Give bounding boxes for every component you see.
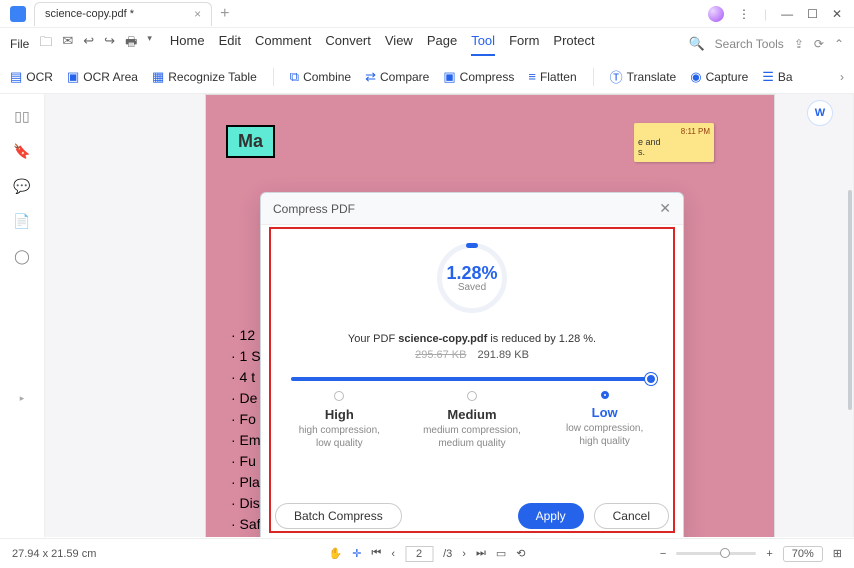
radio-icon [601,391,609,399]
search-icon[interactable]: 🔍 [688,36,704,52]
radio-icon [467,391,477,401]
menu-view[interactable]: View [385,33,413,56]
menu-protect[interactable]: Protect [553,33,594,56]
radio-icon [334,391,344,401]
save-icon[interactable]: 🗀 [39,33,52,55]
slider-knob[interactable] [645,373,657,385]
divider: | [764,7,767,21]
attachment-icon[interactable]: 📄 [13,213,30,230]
sticky-note[interactable]: 8:11 PM e and s. [634,123,714,162]
bookmark-icon[interactable]: 🔖 [13,143,30,160]
tool-ocr-area[interactable]: ▣OCR Area [67,69,138,85]
new-tab-button[interactable]: + [220,5,229,23]
user-avatar-icon[interactable] [708,6,724,22]
batch-compress-button[interactable]: Batch Compress [275,503,402,529]
page-heading: Ma [226,125,275,158]
search-panel-icon[interactable]: ◯ [14,248,30,265]
tool-flatten[interactable]: ≡Flatten [528,69,576,84]
toolbar-more-icon[interactable]: › [840,70,844,84]
menu-comment[interactable]: Comment [255,33,311,56]
word-export-icon[interactable]: W [807,100,833,126]
close-dialog-icon[interactable]: ✕ [659,200,671,217]
progress-ring: 1.28% Saved [437,243,507,313]
zoom-level[interactable]: 70% [783,546,823,562]
close-window-icon[interactable]: ✕ [832,7,842,21]
kebab-icon[interactable]: ⋮ [738,7,750,21]
page-input[interactable]: 2 [405,546,433,562]
tool-compress[interactable]: ▣Compress [443,69,514,85]
tool-recognize-table[interactable]: ▦Recognize Table [152,69,257,85]
fit-page-icon[interactable]: ⊞ [833,547,842,560]
apply-button[interactable]: Apply [518,503,584,529]
app-icon [10,6,26,22]
last-page-icon[interactable]: ⏭ [476,547,486,560]
compress-option-high[interactable]: Highhigh compression,low quality [279,391,399,450]
chevron-down-icon[interactable]: ▾ [147,33,152,55]
cancel-button[interactable]: Cancel [594,503,669,529]
select-tool-icon[interactable]: ✛ [352,547,361,560]
print-icon[interactable]: 🖶 [125,33,137,55]
menu-form[interactable]: Form [509,33,539,56]
comment-icon[interactable]: 💬 [13,178,30,195]
share-icon[interactable]: ⇪ [794,37,804,51]
compress-option-low[interactable]: Lowlow compression,high quality [545,391,665,450]
redo-icon[interactable]: ↪ [104,33,115,55]
menu-page[interactable]: Page [427,33,457,56]
new-size: 291.89 KB [478,349,529,361]
menu-tool[interactable]: Tool [471,33,495,56]
close-tab-icon[interactable]: × [194,7,201,21]
compress-message: Your PDF science-copy.pdf is reduced by … [261,333,683,345]
old-size: 295.67 KB [415,349,466,361]
tool-compare[interactable]: ⇄Compare [365,69,429,85]
search-placeholder[interactable]: Search Tools [715,37,784,51]
prev-page-icon[interactable]: ‹ [391,548,395,560]
compression-slider[interactable] [291,377,653,381]
compress-option-medium[interactable]: Mediummedium compression,medium quality [412,391,532,450]
tool-ocr[interactable]: ▤OCR [10,69,53,85]
hand-tool-icon[interactable]: ✋ [328,547,342,560]
menu-edit[interactable]: Edit [219,33,241,56]
document-tab[interactable]: science-copy.pdf * × [34,2,212,26]
collapse-icon[interactable]: ⌃ [834,37,844,51]
menu-convert[interactable]: Convert [325,33,371,56]
file-menu[interactable]: File [10,37,29,51]
expand-rail-icon[interactable]: ▸ [20,393,25,404]
rotate-icon[interactable]: ⟲ [516,547,525,560]
zoom-in-icon[interactable]: + [766,548,772,560]
percent-saved: 1.28% [446,263,497,284]
tool-ba[interactable]: ☰Ba [762,69,792,85]
menu-home[interactable]: Home [170,33,205,56]
maximize-icon[interactable]: ☐ [807,7,818,21]
zoom-out-icon[interactable]: − [660,548,666,560]
fit-icon[interactable]: ▭ [496,547,506,560]
tool-combine[interactable]: ⧉Combine [290,69,351,85]
cloud-icon[interactable]: ⟳ [814,37,824,51]
zoom-slider[interactable] [676,552,756,555]
sticky-l1: e and [638,137,710,148]
dialog-title: Compress PDF [273,202,355,216]
undo-icon[interactable]: ↩ [83,33,94,55]
sticky-l2: s. [638,147,710,158]
tool-translate[interactable]: ⓉTranslate [610,67,677,86]
mail-icon[interactable]: ✉ [62,33,73,55]
page-total: /3 [443,548,452,560]
thumbnails-icon[interactable]: ▯▯ [14,108,29,125]
tool-capture[interactable]: ◉Capture [690,69,748,85]
saved-label: Saved [458,282,486,293]
first-page-icon[interactable]: ⏮ [371,547,381,560]
tab-title: science-copy.pdf * [45,8,134,20]
page-dimensions: 27.94 x 21.59 cm [12,548,96,560]
scrollbar[interactable] [848,190,852,410]
minimize-icon[interactable]: ― [781,7,793,21]
next-page-icon[interactable]: › [462,548,466,560]
sticky-time: 8:11 PM [638,127,710,137]
compress-dialog: Compress PDF ✕ 1.28% Saved Your PDF scie… [260,192,684,537]
